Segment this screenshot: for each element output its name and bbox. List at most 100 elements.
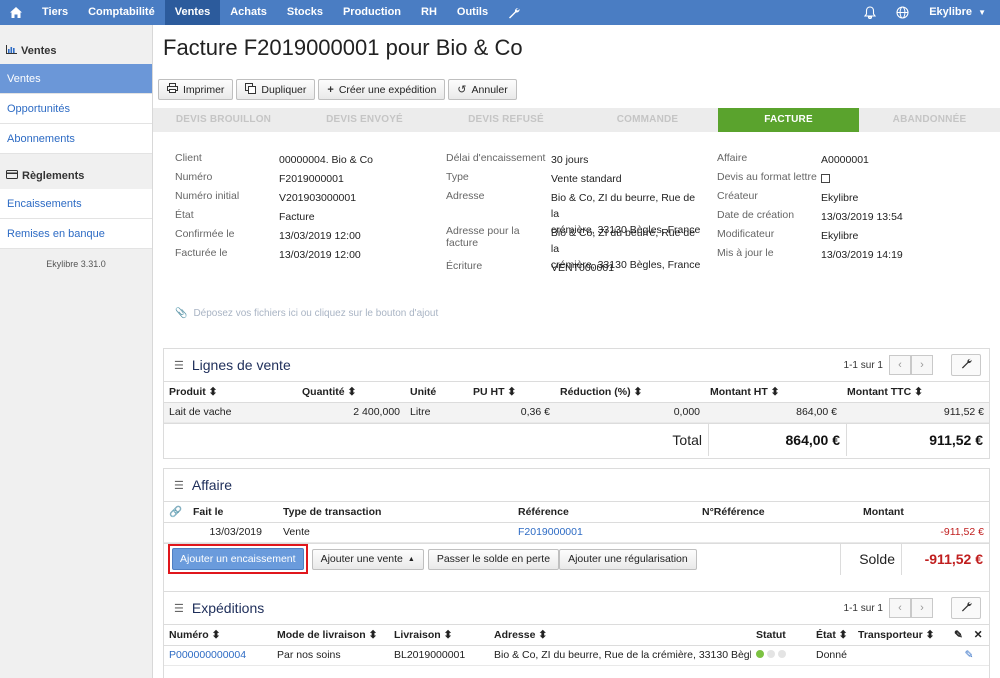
bell-icon[interactable] (854, 0, 886, 25)
step-commande[interactable]: COMMANDE (577, 108, 718, 132)
print-button[interactable]: Imprimer (158, 79, 234, 100)
undo-icon: ↺ (457, 84, 467, 96)
table-row: 13/03/2019 Vente F2019000001 -911,52 € (164, 522, 989, 543)
total-ht: 864,00 € (708, 423, 846, 456)
letter-format-checkbox[interactable] (821, 174, 830, 183)
total-ttc: 911,52 € (846, 423, 989, 456)
write-off-button[interactable]: Passer le solde en perte (427, 548, 560, 570)
info-label: Adresse pour la facture (446, 225, 520, 249)
duplicate-button[interactable]: Dupliquer (236, 79, 316, 100)
shipment-link[interactable]: P000000000004 (164, 645, 272, 666)
table-row: Lait de vache 2 400,000 Litre 0,36 € 0,0… (164, 402, 989, 423)
home-icon[interactable] (0, 0, 32, 25)
step-facture[interactable]: FACTURE (718, 108, 859, 132)
sidebar-item-opportunites[interactable]: Opportunités (0, 94, 152, 124)
add-sale-button[interactable]: Ajouter une vente ▲ (311, 548, 424, 570)
affaire-actions: Ajouter un encaissement Ajouter une vent… (164, 542, 989, 575)
list-icon: ☰ (174, 359, 184, 372)
column-header[interactable]: Réduction (%) ⬍ (555, 382, 705, 403)
column-header[interactable]: État ⬍ (811, 625, 853, 646)
next-page-button[interactable]: › (911, 598, 933, 618)
cancel-label: Annuler (471, 83, 508, 96)
status-steps: DEVIS BROUILLON DEVIS ENVOYÉ DEVIS REFUS… (153, 108, 1000, 132)
nav-stocks[interactable]: Stocks (277, 0, 333, 25)
next-page-button[interactable]: › (911, 355, 933, 375)
dropzone-text: Déposez vos fichiers ici ou cliquez sur … (193, 308, 439, 319)
nav-achats[interactable]: Achats (220, 0, 277, 25)
info-value: Facture (279, 211, 315, 223)
nav-rh[interactable]: RH (411, 0, 447, 25)
totals-row: Total 864,00 € 911,52 € (164, 422, 989, 456)
column-header[interactable]: Produit ⬍ (164, 382, 297, 403)
create-shipment-button[interactable]: + Créer une expédition (318, 79, 446, 100)
user-menu[interactable]: Ekylibre ▼ (919, 0, 1000, 25)
reference-link[interactable]: F2019000001 (513, 522, 697, 543)
chevron-left-icon: ‹ (898, 359, 902, 371)
status-indicator (751, 645, 811, 666)
table-cell: -911,52 € (858, 522, 989, 543)
journal-entry-link[interactable]: VENT000001 (551, 260, 614, 276)
client-link[interactable]: 00000004. Bio & Co (279, 152, 373, 168)
affaire-panel: ☰ Affaire 🔗 Fait le Type de transaction … (163, 468, 990, 608)
chevron-right-icon: › (920, 359, 924, 371)
wrench-icon (961, 358, 972, 372)
regularization-button[interactable]: Ajouter une régularisation (559, 548, 697, 570)
table-cell: 0,36 € (468, 402, 555, 423)
affaire-link[interactable]: A0000001 (821, 152, 869, 168)
table-cell: Lait de vache (164, 402, 297, 423)
sidebar-item-encaissements[interactable]: Encaissements (0, 189, 152, 219)
info-label: Adresse (446, 190, 485, 202)
column-header[interactable]: PU HT ⬍ (468, 382, 555, 403)
step-devis-refuse[interactable]: DEVIS REFUSÉ (435, 108, 577, 132)
column-header[interactable]: Montant TTC ⬍ (842, 382, 989, 403)
shipments-table: Numéro ⬍ Mode de livraison ⬍ Livraison ⬍… (164, 625, 989, 666)
nav-tiers[interactable]: Tiers (32, 0, 78, 25)
table-cell: BL2019000001 (389, 645, 489, 666)
add-sale-label: Ajouter une vente (320, 553, 403, 565)
column-header[interactable]: Numéro ⬍ (164, 625, 272, 646)
sidebar-item-abonnements[interactable]: Abonnements (0, 124, 152, 154)
panel-title: Affaire (191, 477, 233, 493)
nav-comptabilite[interactable]: Comptabilité (78, 0, 165, 25)
info-label: Date de création (717, 209, 795, 221)
edit-row-icon[interactable]: ✎ (949, 645, 989, 666)
panel-title: Lignes de vente (191, 357, 291, 373)
column-header[interactable]: Livraison ⬍ (389, 625, 489, 646)
table-settings-button[interactable] (951, 354, 981, 376)
prev-page-button[interactable]: ‹ (889, 598, 911, 618)
wrench-icon (961, 601, 972, 615)
info-label: Mis à jour le (717, 247, 774, 259)
sidebar-item-ventes[interactable]: Ventes (0, 64, 152, 94)
step-devis-envoye[interactable]: DEVIS ENVOYÉ (294, 108, 435, 132)
close-icon[interactable]: ✕ (974, 629, 983, 641)
app-version: Ekylibre 3.31.0 (46, 259, 106, 269)
column-header: Statut (751, 625, 811, 646)
add-payment-button[interactable]: Ajouter un encaissement (172, 548, 304, 570)
info-label: Délai d'encaissement (446, 152, 546, 164)
prev-page-button[interactable]: ‹ (889, 355, 911, 375)
step-devis-brouillon[interactable]: DEVIS BROUILLON (153, 108, 294, 132)
print-label: Imprimer (183, 83, 225, 96)
column-header: ✎ ✕ (949, 625, 989, 646)
column-header[interactable]: Transporteur ⬍ (853, 625, 949, 646)
step-abandonnee[interactable]: ABANDONNÉE (859, 108, 1000, 132)
table-settings-button[interactable] (951, 597, 981, 619)
pagination: 1-1 sur 1 ‹ › (844, 597, 981, 619)
cancel-button[interactable]: ↺ Annuler (448, 79, 517, 100)
nav-ventes[interactable]: Ventes (164, 0, 221, 25)
nav-outils[interactable]: Outils (447, 0, 498, 25)
column-header[interactable]: Mode de livraison ⬍ (272, 625, 389, 646)
column-header[interactable]: Adresse ⬍ (489, 625, 751, 646)
wrench-icon[interactable] (498, 0, 530, 25)
pencil-icon[interactable]: ✎ (954, 629, 963, 641)
sidebar-item-remises[interactable]: Remises en banque (0, 219, 152, 249)
globe-icon[interactable] (886, 0, 919, 25)
nav-production[interactable]: Production (333, 0, 411, 25)
pagination: 1-1 sur 1 ‹ › (844, 354, 981, 376)
panel-title: Expéditions (191, 600, 265, 616)
file-dropzone[interactable]: 📎 Déposez vos fichiers ici ou cliquez su… (175, 308, 438, 319)
column-header[interactable]: Montant HT ⬍ (705, 382, 842, 403)
column-header[interactable]: Quantité ⬍ (297, 382, 405, 403)
address-line: Bio & Co, ZI du beurre, Rue de la (550, 192, 696, 220)
info-value: V201903000001 (279, 192, 357, 204)
